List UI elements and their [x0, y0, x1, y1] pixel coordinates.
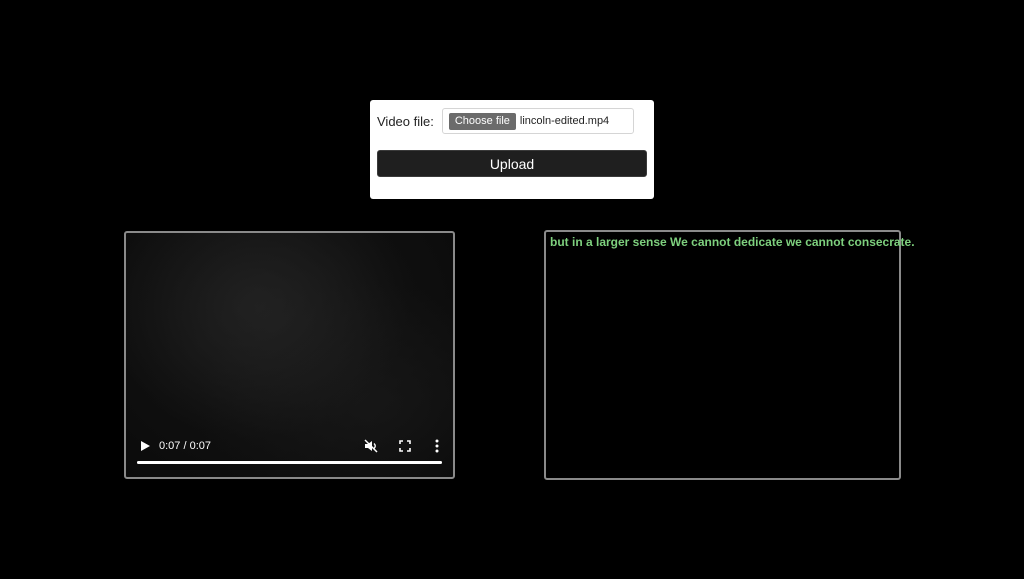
video-player[interactable]: 0:07 / 0:07 — [124, 231, 455, 479]
video-file-label: Video file: — [377, 113, 434, 129]
volume-muted-icon[interactable] — [363, 438, 379, 454]
play-icon[interactable] — [138, 439, 152, 453]
transcript-panel: but in a larger sense We cannot dedicate… — [544, 230, 915, 480]
file-row: Video file: Choose file lincoln-edited.m… — [377, 107, 647, 135]
video-file-input[interactable]: Choose file lincoln-edited.mp4 — [441, 108, 634, 134]
choose-file-button[interactable]: Choose file — [448, 112, 516, 130]
upload-form: Video file: Choose file lincoln-edited.m… — [370, 100, 654, 199]
page: Video file: Choose file lincoln-edited.m… — [0, 0, 1024, 579]
video-controls: 0:07 / 0:07 — [126, 433, 453, 477]
time-display: 0:07 / 0:07 — [159, 440, 211, 452]
fullscreen-icon[interactable] — [398, 439, 412, 453]
upload-button[interactable]: Upload — [377, 150, 647, 177]
more-vertical-icon[interactable] — [430, 438, 444, 454]
progress-bar[interactable] — [137, 461, 442, 464]
selected-file-name: lincoln-edited.mp4 — [519, 115, 610, 127]
transcript-text: but in a larger sense We cannot dedicate… — [550, 235, 915, 249]
progress-fill — [137, 461, 442, 464]
